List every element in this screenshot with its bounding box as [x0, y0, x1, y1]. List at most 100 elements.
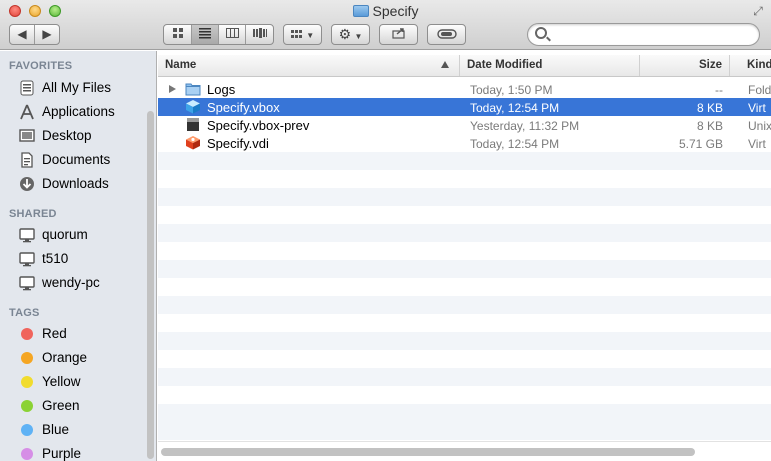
- horizontal-scrollbar[interactable]: [158, 441, 771, 461]
- icon-view-button[interactable]: [164, 25, 192, 44]
- column-header-label: Kind: [747, 59, 771, 71]
- share-button[interactable]: [379, 24, 418, 45]
- sidebar-item-t510[interactable]: t510: [0, 247, 145, 271]
- horizontal-scrollbar-thumb[interactable]: [161, 448, 695, 456]
- sidebar-item-label: Orange: [42, 350, 88, 365]
- file-date-modified: Today, 1:50 PM: [470, 83, 553, 97]
- chevron-down-icon: ▼: [306, 31, 315, 40]
- file-kind: Fold: [748, 83, 771, 97]
- computer-icon: [19, 276, 35, 291]
- sidebar-item-label: Blue: [42, 422, 70, 437]
- file-name: Logs: [207, 82, 236, 97]
- back-button[interactable]: ◀: [10, 25, 35, 44]
- file-size: 5.71 GB: [678, 137, 723, 151]
- sidebar-header-shared: SHARED: [9, 208, 57, 220]
- applications-icon: [20, 104, 34, 120]
- folder-icon: [352, 5, 369, 17]
- search-input[interactable]: [552, 27, 752, 42]
- file-row-specify-vbox-prev[interactable]: Specify.vbox-prev Yesterday, 11:32 PM 8 …: [158, 116, 771, 134]
- sidebar-item-quorum[interactable]: quorum: [0, 223, 145, 247]
- tag-color-dot: [21, 400, 33, 412]
- sidebar-item-tag-orange[interactable]: Orange: [0, 346, 145, 370]
- sidebar-item-documents[interactable]: Documents: [0, 148, 145, 172]
- file-kind: Virt: [748, 137, 766, 151]
- column-header-date-modified[interactable]: Date Modified: [460, 55, 640, 76]
- folder-icon: [185, 83, 201, 96]
- sidebar-item-tag-purple[interactable]: Purple: [0, 442, 145, 461]
- file-size: 8 KB: [696, 101, 723, 115]
- computer-icon: [19, 252, 35, 267]
- sort-ascending-icon: [441, 61, 449, 68]
- tag-color-dot: [21, 352, 33, 364]
- file-size: 8 KB: [696, 119, 723, 133]
- sidebar-item-applications[interactable]: Applications: [0, 100, 145, 124]
- vbox-icon: [186, 100, 200, 114]
- sidebar-item-all-my-files[interactable]: All My Files: [0, 76, 145, 100]
- search-icon: [535, 27, 547, 39]
- desktop-icon: [19, 129, 35, 142]
- sidebar-header-tags: TAGS: [9, 307, 40, 319]
- empty-row: [158, 404, 771, 422]
- sidebar-item-label: All My Files: [42, 80, 112, 95]
- sidebar-item-label: Yellow: [42, 374, 81, 389]
- column-view-icon: [225, 28, 239, 38]
- sidebar: FAVORITES All My Files Applications Desk…: [0, 51, 157, 461]
- column-header-name[interactable]: Name: [158, 55, 460, 76]
- column-header-kind[interactable]: Kind: [740, 55, 771, 76]
- file-row-logs[interactable]: Logs Today, 1:50 PM -- Fold: [158, 80, 771, 98]
- list-view-button[interactable]: [192, 25, 219, 44]
- sidebar-item-label: Applications: [42, 104, 115, 119]
- window-title: Specify: [0, 3, 771, 19]
- sidebar-item-tag-green[interactable]: Green: [0, 394, 145, 418]
- back-forward-control: ◀ ▶: [9, 24, 60, 45]
- empty-row: [158, 152, 771, 170]
- file-kind: Unix: [748, 119, 771, 133]
- file-size: --: [715, 83, 723, 97]
- tag-color-dot: [21, 424, 33, 436]
- column-header-row: Name Date Modified Size Kind: [158, 55, 771, 77]
- file-kind: Virt: [748, 101, 766, 115]
- sidebar-item-wendy-pc[interactable]: wendy-pc: [0, 271, 145, 295]
- downloads-icon: [20, 177, 34, 191]
- sidebar-item-label: t510: [42, 251, 69, 266]
- file-name: Specify.vbox: [207, 100, 280, 115]
- action-menu-button[interactable]: ⚙ ▼: [331, 24, 370, 45]
- fullscreen-icon[interactable]: ⤢: [751, 4, 765, 18]
- documents-icon: [21, 152, 33, 168]
- sidebar-item-desktop[interactable]: Desktop: [0, 124, 145, 148]
- sidebar-item-label: Documents: [42, 152, 111, 167]
- file-name: Specify.vdi: [207, 136, 269, 151]
- empty-row: [158, 422, 771, 440]
- empty-row: [158, 188, 771, 206]
- file-row-specify-vdi[interactable]: Specify.vdi Today, 12:54 PM 5.71 GB Virt: [158, 134, 771, 152]
- sidebar-item-label: Red: [42, 326, 67, 341]
- sidebar-item-tag-blue[interactable]: Blue: [0, 418, 145, 442]
- disclosure-triangle-icon[interactable]: [169, 85, 176, 93]
- sidebar-item-tag-red[interactable]: Red: [0, 322, 145, 346]
- empty-row: [158, 332, 771, 350]
- sidebar-scrollbar-thumb[interactable]: [147, 111, 154, 459]
- file-date-modified: Today, 12:54 PM: [470, 137, 560, 151]
- sidebar-item-label: wendy-pc: [42, 275, 100, 290]
- sidebar-item-label: Desktop: [42, 128, 92, 143]
- column-view-button[interactable]: [219, 25, 246, 44]
- sidebar-item-label: Purple: [42, 446, 82, 461]
- sidebar-item-label: quorum: [42, 227, 88, 242]
- all-files-icon: [20, 80, 34, 96]
- sidebar-item-tag-yellow[interactable]: Yellow: [0, 370, 145, 394]
- arrange-icon: [290, 30, 302, 38]
- empty-row: [158, 368, 771, 386]
- sidebar-item-downloads[interactable]: Downloads: [0, 172, 145, 196]
- forward-button[interactable]: ▶: [35, 25, 59, 44]
- chevron-down-icon: ▼: [354, 32, 363, 41]
- arrange-menu-button[interactable]: ▼: [283, 24, 322, 45]
- edit-tags-button[interactable]: [427, 24, 466, 45]
- coverflow-view-button[interactable]: [246, 25, 273, 44]
- file-name: Specify.vbox-prev: [207, 118, 310, 133]
- column-header-size[interactable]: Size: [640, 55, 730, 76]
- file-date-modified: Today, 12:54 PM: [470, 101, 560, 115]
- gear-icon: ⚙: [338, 26, 352, 42]
- icon-view-icon: [172, 28, 183, 38]
- search-field[interactable]: [527, 23, 760, 46]
- file-row-specify-vbox[interactable]: Specify.vbox Today, 12:54 PM 8 KB Virt: [158, 98, 771, 116]
